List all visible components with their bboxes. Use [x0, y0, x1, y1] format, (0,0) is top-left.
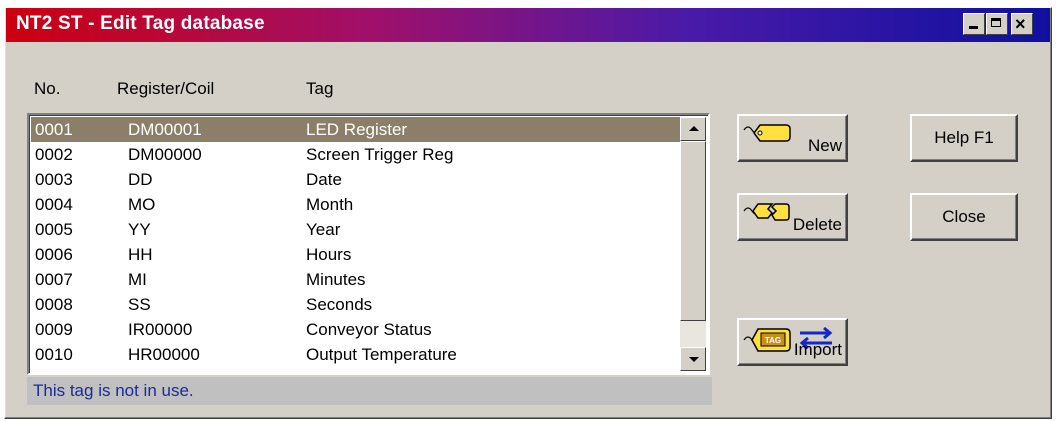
table-row[interactable]: 0004 MO Month	[31, 192, 682, 217]
close-icon[interactable]: ×	[1011, 13, 1033, 35]
svg-text:TAG: TAG	[765, 336, 781, 345]
column-header-tag: Tag	[306, 79, 334, 98]
minimize-icon[interactable]	[963, 13, 985, 35]
table-row[interactable]: 0002 DM00000 Screen Trigger Reg	[31, 142, 682, 167]
new-tag-button[interactable]: New	[737, 114, 848, 162]
title-bar[interactable]: NT2 ST - Edit Tag database ×	[6, 8, 1050, 42]
window-title: NT2 ST - Edit Tag database	[16, 13, 265, 34]
scroll-down-icon[interactable]	[680, 347, 706, 371]
maximize-icon[interactable]	[986, 13, 1008, 35]
status-bar: This tag is not in use.	[27, 377, 712, 405]
scroll-thumb[interactable]	[680, 141, 706, 321]
close-button[interactable]: Close	[910, 193, 1018, 241]
table-row[interactable]: 0007 MI Minutes	[31, 267, 682, 292]
status-text: This tag is not in use.	[33, 381, 194, 400]
table-row[interactable]: 0001 DM00001 LED Register	[31, 117, 682, 142]
table-row[interactable]: 0005 YY Year	[31, 217, 682, 242]
table-row[interactable]: 0008 SS Seconds	[31, 292, 682, 317]
table-row[interactable]: 0006 HH Hours	[31, 242, 682, 267]
delete-tag-button[interactable]: Delete	[737, 193, 848, 241]
table-row[interactable]: 0003 DD Date	[31, 167, 682, 192]
help-button[interactable]: Help F1	[910, 114, 1018, 162]
vertical-scrollbar[interactable]	[680, 117, 706, 371]
column-header-no: No.	[34, 79, 61, 98]
import-tags-button[interactable]: TAG Import	[737, 318, 848, 366]
tag-list[interactable]: 0001 DM00001 LED Register 0002 DM00000 S…	[27, 113, 710, 375]
tag-icon	[743, 124, 791, 142]
table-row[interactable]: 0009 IR00000 Conveyor Status	[31, 317, 682, 342]
torn-tag-icon	[743, 203, 790, 221]
column-header-register: Register/Coil	[117, 79, 215, 98]
table-row[interactable]: 0010 HR00000 Output Temperature	[31, 342, 682, 367]
scroll-up-icon[interactable]	[680, 117, 706, 141]
